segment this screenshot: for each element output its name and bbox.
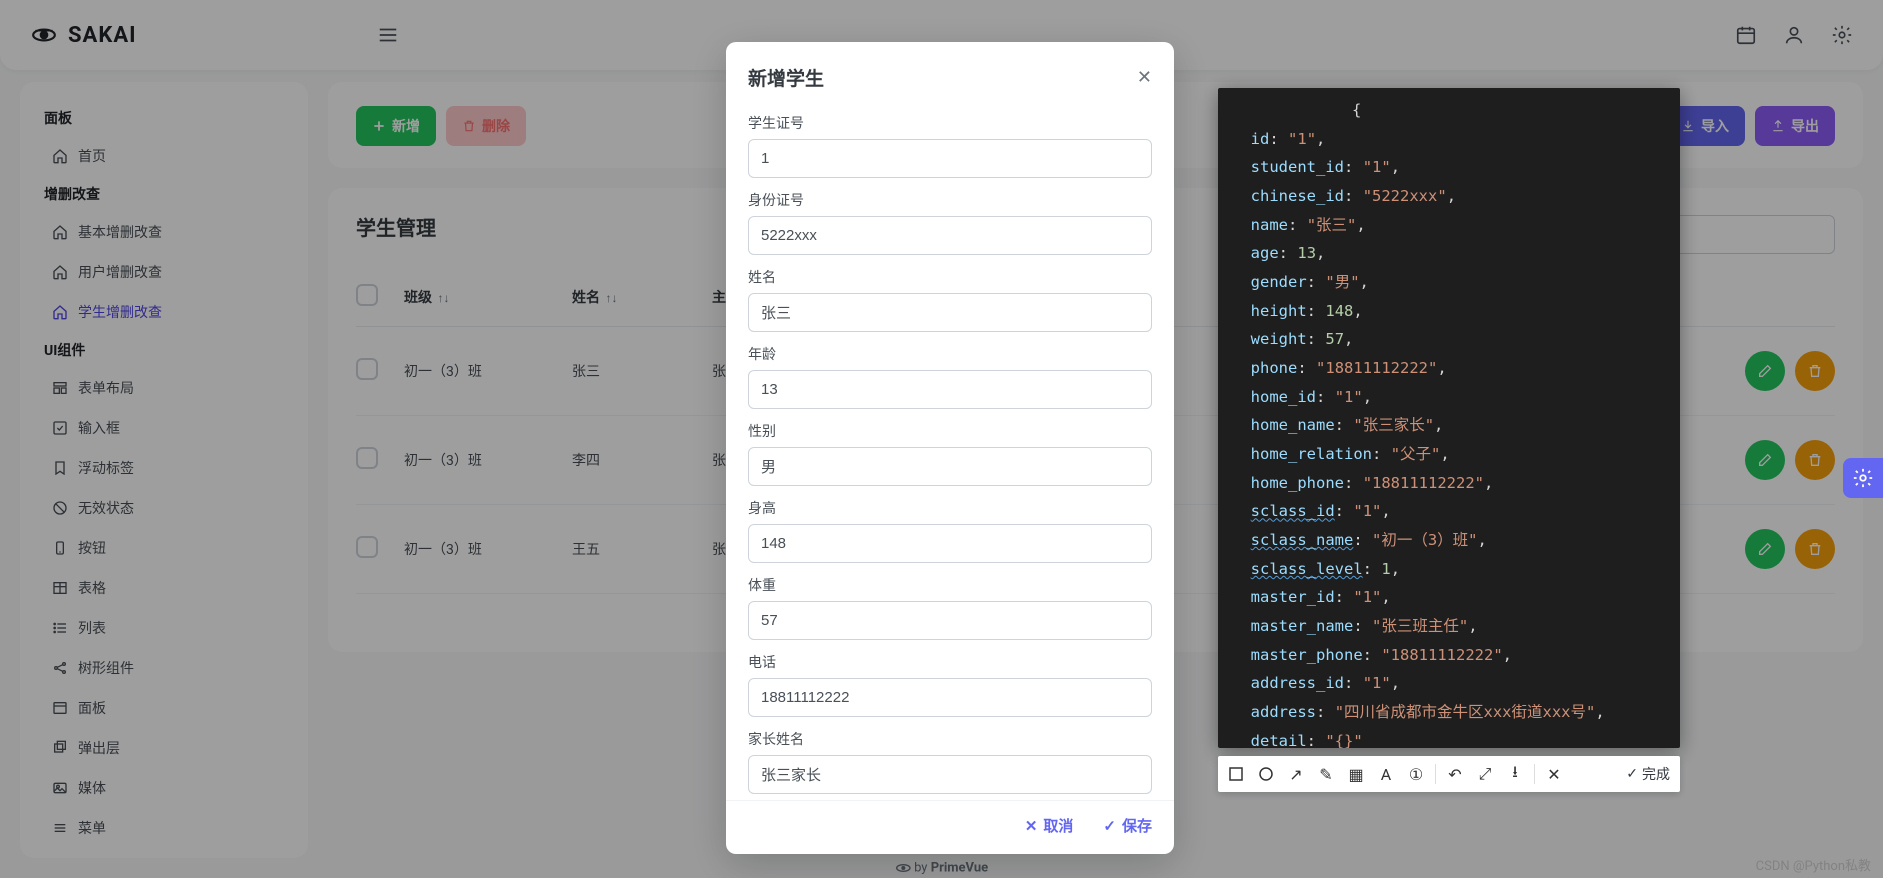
dialog-close-button[interactable]: ✕ [1137,67,1152,88]
done-button[interactable]: ✓ 完成 [1626,764,1676,784]
dialog-save-button[interactable]: ✓保存 [1103,815,1152,836]
field-label: 身份证号 [748,190,1152,210]
field-input[interactable] [748,293,1152,332]
field-input[interactable] [748,370,1152,409]
field-label: 电话 [748,652,1152,672]
dialog-cancel-button[interactable]: ✕取消 [1025,815,1074,836]
download-icon[interactable]: ⭳ [1501,760,1529,788]
field-label: 家长姓名 [748,729,1152,749]
field-label: 性别 [748,421,1152,441]
circle-tool-icon[interactable] [1252,760,1280,788]
field-input[interactable] [748,601,1152,640]
theme-settings-fab[interactable] [1843,458,1883,498]
field-label: 身高 [748,498,1152,518]
check-icon: ✓ [1103,817,1116,835]
undo-icon[interactable]: ↶ [1441,760,1469,788]
mosaic-tool-icon[interactable]: ▦ [1342,760,1370,788]
field-input[interactable] [748,216,1152,255]
annotation-toolbar: ↗ ✎ ▦ A ① ↶ ⤢ ⭳ ✕ ✓ 完成 [1218,756,1680,792]
field-label: 学生证号 [748,113,1152,133]
pen-tool-icon[interactable]: ✎ [1312,760,1340,788]
field-input[interactable] [748,755,1152,794]
field-input[interactable] [748,447,1152,486]
cancel-icon[interactable]: ✕ [1540,760,1568,788]
text-tool-icon[interactable]: A [1372,760,1400,788]
close-icon: ✕ [1025,817,1038,835]
number-tool-icon[interactable]: ① [1402,760,1430,788]
field-input[interactable] [748,678,1152,717]
watermark: CSDN @Python私教 [1756,855,1871,874]
dialog-title: 新增学生 [748,64,824,91]
expand-icon[interactable]: ⤢ [1471,760,1499,788]
field-label: 姓名 [748,267,1152,287]
add-student-dialog: 新增学生 ✕ 学生证号身份证号姓名年龄性别身高体重电话家长姓名 ✕取消 ✓保存 [726,42,1174,854]
arrow-tool-icon[interactable]: ↗ [1282,760,1310,788]
field-input[interactable] [748,524,1152,563]
code-inspector-panel: { id: "1", student_id: "1", chinese_id: … [1218,88,1680,748]
rect-tool-icon[interactable] [1222,760,1250,788]
field-input[interactable] [748,139,1152,178]
field-label: 体重 [748,575,1152,595]
field-label: 年龄 [748,344,1152,364]
